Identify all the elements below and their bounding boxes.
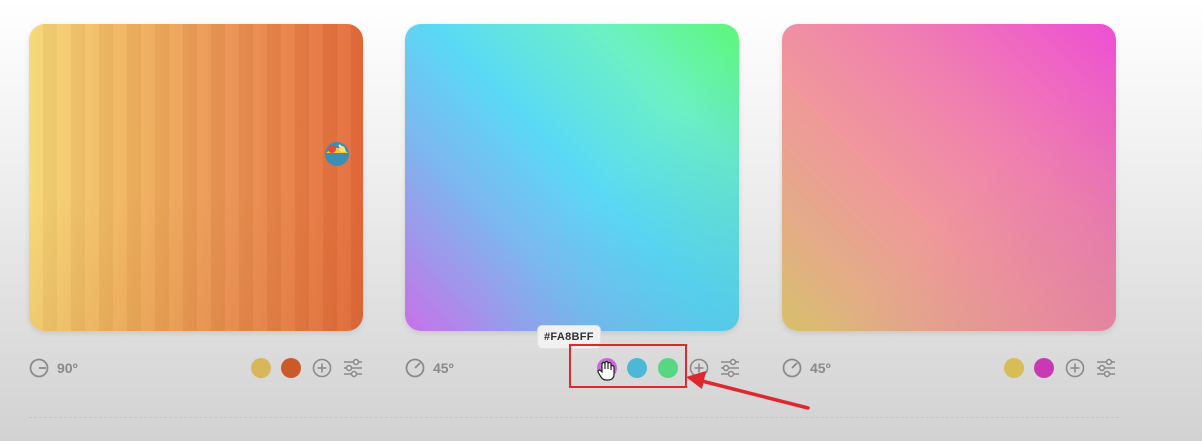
angle-icon [782,358,802,378]
add-color-button-1[interactable] [311,357,333,379]
gradient-card-2[interactable] [405,24,739,331]
color-swatch-3-2[interactable] [1034,358,1054,378]
plus-circle-icon [1065,358,1085,378]
emoji-sticker-icon [323,139,351,167]
angle-value-1: 90º [57,360,78,376]
angle-icon [405,358,425,378]
sliders-icon [1097,358,1115,378]
color-swatch-1-1[interactable] [251,358,271,378]
color-swatch-1-2[interactable] [281,358,301,378]
plus-circle-icon [312,358,332,378]
highlight-box [569,344,687,388]
color-swatch-3-1[interactable] [1004,358,1024,378]
sliders-icon [344,358,362,378]
adjust-settings-button-3[interactable] [1095,357,1117,379]
section-divider [29,417,1119,418]
angle-value-2: 45º [433,360,454,376]
angle-icon [29,358,49,378]
angle-control-3[interactable]: 45º [782,358,831,378]
angle-control-2[interactable]: 45º [405,358,454,378]
angle-value-3: 45º [810,360,831,376]
adjust-settings-button-1[interactable] [342,357,364,379]
gradient-card-1[interactable] [29,24,363,331]
gradient-card-3[interactable] [782,24,1116,331]
angle-control-1[interactable]: 90º [29,358,78,378]
add-color-button-3[interactable] [1064,357,1086,379]
